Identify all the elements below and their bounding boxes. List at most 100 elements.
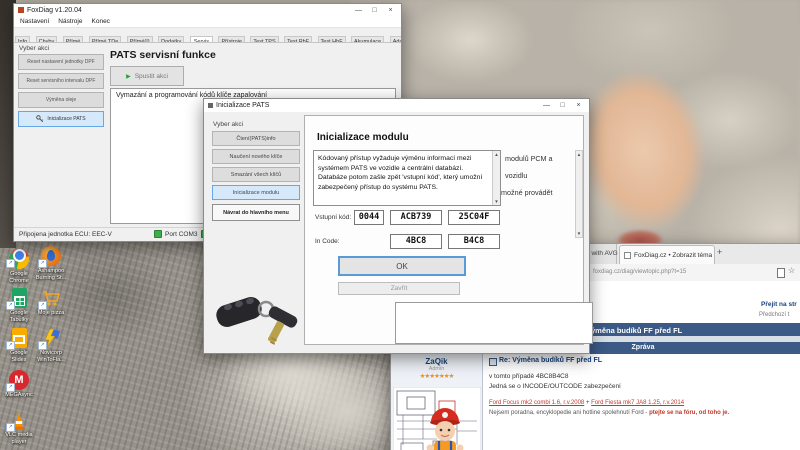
pats-init-dialog: Inicializace PATS — □ × Vyber akci Čtení…	[203, 98, 590, 354]
tab-test-rbf[interactable]: Test RbF	[284, 36, 312, 43]
new-tab-button[interactable]: +	[717, 247, 722, 257]
outcode-field-1[interactable]: 0044	[354, 210, 384, 225]
tab-adapt-egr[interactable]: Adapt.EGR	[390, 36, 401, 43]
desktop-icon-wintoflash[interactable]: ↗ Novicorp WinToFla...	[34, 328, 68, 363]
incode-field-1[interactable]: 4BC8	[390, 234, 442, 249]
browser-tab-foxdiag[interactable]: FoxDiag.cz • Zobrazit téma	[619, 245, 715, 264]
info-text: Kódovaný přístup vyžaduje výměnu informa…	[318, 154, 488, 192]
scroll-up-icon[interactable]: ▲	[576, 152, 582, 157]
author-username[interactable]: ZaQik	[391, 357, 482, 366]
shortcut-arrow-icon: ↗	[38, 301, 47, 310]
select-action-label: Vyber akci	[19, 45, 49, 52]
tab-bar: Info Chyby Přímé Přímé TDe Přímé(I) Doda…	[14, 28, 401, 43]
desktop-icon-burning-studio[interactable]: ↗ Ashampoo Burning St...	[34, 246, 68, 281]
desktop-icon-vlc[interactable]: ↗ VLC media player	[2, 410, 36, 445]
url-bar[interactable]: foxdiag.cz/diag/viewtopic.php?t=15	[593, 269, 686, 275]
signature-link[interactable]: Ford Fiesta mk7 JA8 1.25, r.v.2014	[591, 400, 684, 406]
scroll-up-icon[interactable]: ▲	[493, 152, 500, 157]
select-action-label: Vyber akci	[213, 121, 243, 128]
status-ecu: Připojena jednotka ECU: EEC-V	[19, 231, 112, 238]
action-oil-change-button[interactable]: Výměna oleje	[18, 92, 104, 108]
dialog-titlebar[interactable]: Inicializace PATS — □ ×	[204, 99, 589, 112]
action-reset-dpf-button[interactable]: Reset nastavení jednotky DPF	[18, 54, 104, 70]
desktop-icon-sheets[interactable]: ↗ Google Tabulky	[2, 288, 36, 323]
post-icon	[489, 358, 497, 366]
scroll-down-icon[interactable]: ▼	[576, 231, 582, 236]
post-text: v tomto případě 4BC8B4C8	[489, 373, 569, 380]
shortcut-arrow-icon: ↗	[6, 383, 15, 392]
page-favicon-icon	[624, 252, 631, 259]
play-icon: ▶	[126, 73, 131, 80]
incode-label: In Code:	[315, 238, 340, 245]
icon-label: Ashampoo Burning St...	[34, 268, 68, 281]
menu-nastroje[interactable]: Nástroje	[58, 18, 82, 25]
tab-prime-tde[interactable]: Přímé TDe	[89, 36, 122, 43]
tab-akumulace[interactable]: Akumulace	[351, 36, 384, 43]
info-text-box[interactable]: Kódovaný přístup vyžaduje výměnu informa…	[313, 150, 501, 206]
titlebar[interactable]: FoxDiag v1.20.04 — □ ×	[14, 4, 401, 16]
background-text: vozidlu	[505, 171, 527, 180]
return-main-menu-button[interactable]: Návrat do hlavního menu	[212, 204, 300, 221]
tab-dodatky[interactable]: Dodatky	[158, 36, 184, 43]
close-button[interactable]: ×	[384, 7, 397, 14]
author-cell: ZaQik Admin ★★★★★★★	[391, 354, 483, 450]
desktop-icon-cart[interactable]: ↗ Moje pizza	[34, 288, 68, 317]
erase-keys-button[interactable]: Smazání všech klíčů	[212, 167, 300, 182]
scrollbar[interactable]: ▲ ▼	[575, 150, 583, 238]
tab-servis[interactable]: Servis	[190, 36, 213, 43]
minimize-button[interactable]: —	[352, 7, 365, 14]
pats-info-button[interactable]: Čtení(PATS)info	[212, 131, 300, 146]
menu-konec[interactable]: Konec	[92, 18, 110, 25]
panel-title: PATS servisní funkce	[110, 49, 216, 61]
icon-label: VLC media player	[2, 432, 36, 445]
tab-test-tps[interactable]: Test TPS	[250, 36, 278, 43]
signature-link[interactable]: Ford Focus mk2 combi 1.6, r.v.2008	[489, 400, 584, 406]
tab-chyby[interactable]: Chyby	[36, 36, 58, 43]
tab-info[interactable]: Info	[15, 36, 30, 43]
desktop-icon-megasync[interactable]: M ↗ MEGAsync	[2, 370, 36, 399]
incode-field-2[interactable]: B4C8	[448, 234, 500, 249]
outcode-label: Vstupní kód:	[315, 214, 351, 221]
run-action-button[interactable]: ▶ Spustit akci	[110, 66, 184, 86]
ok-button[interactable]: OK	[338, 256, 466, 276]
menubar: Nastavení Nástroje Konec	[14, 16, 401, 28]
init-module-button[interactable]: Inicializace modulu	[212, 185, 300, 200]
tab-test-hbf[interactable]: Test HbF	[318, 36, 346, 43]
shortcut-arrow-icon: ↗	[6, 301, 15, 310]
reader-view-icon[interactable]	[777, 268, 785, 278]
tab-prime-i[interactable]: Přímé(I)	[127, 36, 153, 43]
scrollbar[interactable]: ▲ ▼	[492, 151, 500, 205]
desktop-icon-chrome[interactable]: ↗ Google Chrome	[2, 246, 36, 284]
close-dialog-button[interactable]: Zavřít	[338, 282, 460, 295]
menu-nastaveni[interactable]: Nastavení	[20, 18, 49, 25]
background-text: modulů PCM a	[505, 154, 553, 163]
icon-label: MEGAsync	[2, 392, 36, 399]
minimize-button[interactable]: —	[540, 102, 553, 109]
action-pats-init-button[interactable]: Inicializace PATS	[18, 111, 104, 127]
signature-note: Nejsem poradna, encyklopedie ani hotline…	[489, 410, 729, 416]
rank-stars-icon: ★★★★★★★	[391, 372, 482, 380]
outcode-field-3[interactable]: 25C04F	[448, 210, 500, 225]
maximize-button[interactable]: □	[556, 102, 569, 109]
previous-topic-link[interactable]: Předchozí t	[759, 312, 789, 318]
outcode-field-2[interactable]: ACB739	[390, 210, 442, 225]
dialog-heading: Inicializace modulu	[317, 132, 409, 143]
post-title[interactable]: Re: Výměna budíků FF před FL	[499, 357, 602, 364]
learn-key-button[interactable]: Naučení nového klíče	[212, 149, 300, 164]
desktop-icon-slides[interactable]: ↗ Google Slides	[2, 328, 36, 363]
background-panel	[395, 302, 593, 344]
window-title: FoxDiag v1.20.04	[27, 7, 349, 14]
icon-label: Google Chrome	[2, 271, 36, 284]
dialog-title: Inicializace PATS	[216, 102, 537, 109]
action-service-interval-button[interactable]: Reset servisního intervalu DPF	[18, 73, 104, 89]
signature-cars: Ford Focus mk2 combi 1.6, r.v.2008 + For…	[489, 400, 684, 406]
thread-title: Výměna budíků FF před FL	[586, 326, 682, 335]
bookmark-star-icon[interactable]: ☆	[788, 266, 795, 275]
maximize-button[interactable]: □	[368, 7, 381, 14]
scroll-down-icon[interactable]: ▼	[493, 199, 500, 204]
shortcut-arrow-icon: ↗	[6, 341, 15, 350]
close-button[interactable]: ×	[572, 102, 585, 109]
goto-page-link[interactable]: Přejít na str	[761, 301, 797, 308]
tab-prime[interactable]: Přímé	[63, 36, 84, 43]
tab-pristroje[interactable]: Přístroje	[218, 36, 244, 43]
